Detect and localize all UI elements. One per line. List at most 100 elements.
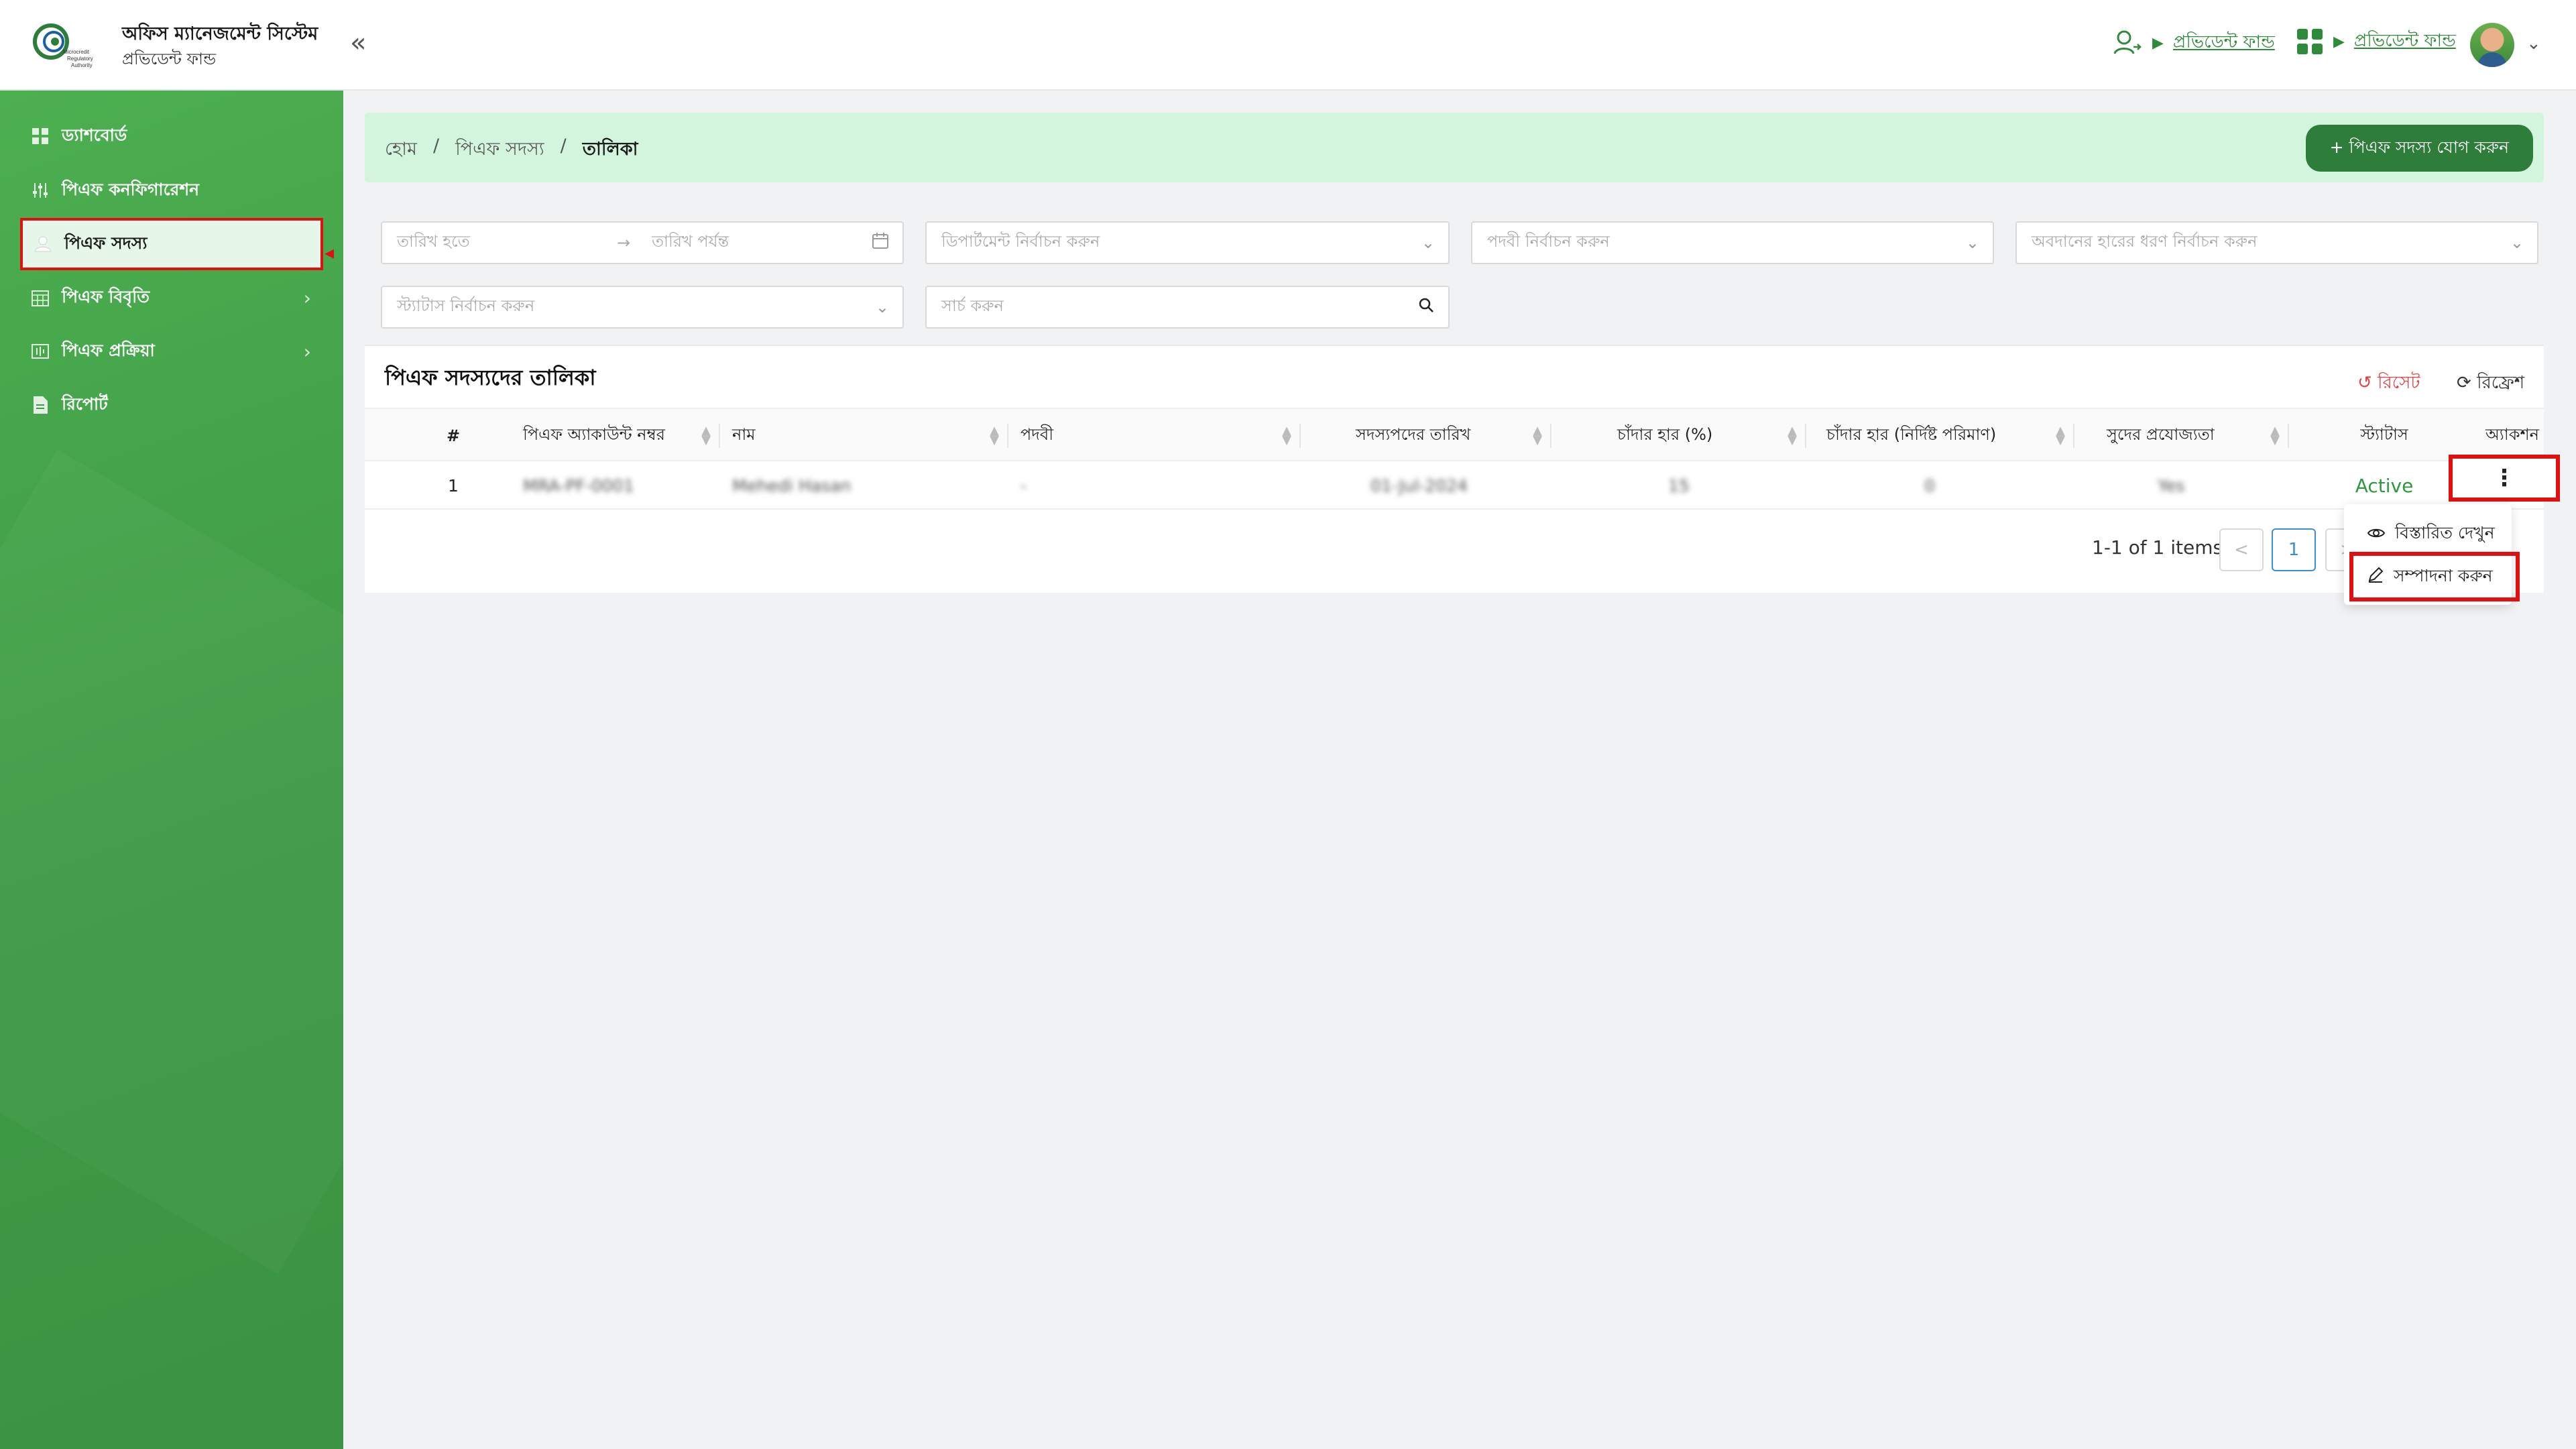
view-details-menu-item[interactable]: বিস্তারিত দেখুন bbox=[2344, 514, 2512, 554]
sidebar-item-label: রিপোর্ট bbox=[62, 394, 108, 414]
breadcrumb-separator: / bbox=[560, 135, 567, 156]
contribution-type-placeholder: অবদানের হারের ধরণ নির্বাচন করুন bbox=[2032, 232, 2258, 251]
view-details-label: বিস্তারিত দেখুন bbox=[2395, 522, 2495, 542]
row-index: 1 bbox=[448, 475, 459, 496]
users-icon bbox=[34, 235, 52, 253]
sidebar-item-label: পিএফ প্রক্রিয়া bbox=[62, 340, 155, 360]
top-nav-link-1[interactable]: প্রভিডেন্ট ফান্ড bbox=[2173, 28, 2275, 58]
date-from-field[interactable]: তারিখ হতে bbox=[397, 229, 470, 256]
sidebar-item-pf-process[interactable]: পিএফ প্রক্রিয়া › bbox=[20, 325, 323, 378]
designation-select[interactable]: পদবী নির্বাচন করুন ⌄ bbox=[1471, 221, 1994, 264]
sidebar-item-dashboard[interactable]: ড্যাশবোর্ড bbox=[20, 110, 323, 162]
chevron-right-icon: › bbox=[303, 286, 311, 309]
column-header-label: সদস্যপদের তারিখ bbox=[1356, 425, 1471, 444]
chevron-down-icon: ⌄ bbox=[875, 298, 889, 316]
sidebar-item-pf-statement[interactable]: পিএফ বিবৃতি › bbox=[20, 272, 323, 324]
reset-icon: ↺ bbox=[2357, 373, 2372, 393]
column-header-label: পদবী bbox=[1020, 425, 1054, 444]
department-select-placeholder: ডিপার্টমেন্ট নির্বাচন করুন bbox=[941, 232, 1100, 251]
breadcrumb-current: তালিকা bbox=[582, 139, 638, 160]
department-select[interactable]: ডিপার্টমেন্ট নির্বাচন করুন ⌄ bbox=[925, 221, 1450, 264]
row-action-menu-button[interactable]: ⋮ bbox=[2449, 455, 2560, 502]
sort-icon[interactable]: ▲ ▼ bbox=[2270, 425, 2280, 447]
column-header-label: পিএফ অ্যাকাউন্ট নম্বর bbox=[523, 425, 665, 444]
row-member-date: 01-Jul-2024 bbox=[1370, 475, 1468, 496]
svg-text:Regulatory: Regulatory bbox=[67, 56, 93, 62]
breadcrumb-home[interactable]: হোম bbox=[385, 135, 417, 166]
row-account-number: MRA-PF-0001 bbox=[523, 475, 634, 496]
svg-text:Authority: Authority bbox=[71, 62, 93, 68]
breadcrumb-members[interactable]: পিএফ সদস্য bbox=[455, 135, 544, 166]
column-header-name[interactable]: নাম ▲ ▼ bbox=[719, 409, 1008, 463]
svg-text:Microcredit: Microcredit bbox=[63, 49, 90, 55]
sidebar: ড্যাশবোর্ড পিএফ কনফিগারেশন পিএফ সদস্য পি… bbox=[0, 91, 343, 1449]
document-icon bbox=[31, 396, 50, 414]
chevron-down-icon: ⌄ bbox=[1965, 233, 1979, 252]
row-rate-pct: 15 bbox=[1668, 475, 1690, 496]
row-rate-fixed: 0 bbox=[1924, 475, 1935, 496]
column-header-rate-pct[interactable]: চাঁদার হার (%) ▲ ▼ bbox=[1550, 409, 1806, 463]
sidebar-item-pf-members[interactable]: পিএফ সদস্য bbox=[20, 218, 323, 270]
column-header-member-date[interactable]: সদস্যপদের তারিখ ▲ ▼ bbox=[1299, 409, 1552, 463]
caret-right-icon: ▶ bbox=[2152, 34, 2164, 52]
app-title: অফিস ম্যানেজমেন্ট সিস্টেম bbox=[122, 23, 318, 44]
process-icon bbox=[31, 342, 50, 361]
sidebar-item-label: পিএফ সদস্য bbox=[64, 233, 148, 253]
add-pf-member-button[interactable]: + পিএফ সদস্য যোগ করুন bbox=[2305, 125, 2533, 172]
search-icon[interactable] bbox=[1417, 296, 1435, 318]
edit-highlight-box bbox=[2349, 552, 2520, 601]
top-nav-module-2[interactable]: ▶ প্রভিডেন্ট ফান্ড bbox=[2296, 27, 2456, 56]
caret-right-icon: ▶ bbox=[2333, 33, 2345, 50]
refresh-button[interactable]: ⟳ রিফ্রেশ bbox=[2457, 369, 2524, 398]
sort-icon[interactable]: ▲ ▼ bbox=[1533, 425, 1542, 447]
sidebar-item-label: ড্যাশবোর্ড bbox=[62, 125, 127, 145]
refresh-label: রিফ্রেশ bbox=[2477, 373, 2525, 393]
date-range-picker[interactable]: তারিখ হতে → তারিখ পর্যন্ত bbox=[381, 221, 904, 264]
column-header-account[interactable]: পিএফ অ্যাকাউন্ট নম্বর ▲ ▼ bbox=[510, 409, 720, 463]
pagination-prev-button[interactable]: < bbox=[2219, 528, 2264, 571]
collapse-sidebar-icon[interactable]: « bbox=[350, 30, 366, 56]
status-select-placeholder: স্ট্যাটাস নির্বাচন করুন bbox=[397, 296, 535, 315]
column-header-label: চাঁদার হার (%) bbox=[1617, 425, 1713, 444]
sort-icon[interactable]: ▲ ▼ bbox=[2056, 425, 2065, 447]
sidebar-item-label: পিএফ কনফিগারেশন bbox=[62, 179, 200, 199]
pagination-page-1[interactable]: 1 bbox=[2272, 528, 2316, 571]
breadcrumb-bar: হোম / পিএফ সদস্য / তালিকা + পিএফ সদস্য য… bbox=[365, 113, 2544, 182]
sort-icon[interactable]: ▲ ▼ bbox=[990, 425, 999, 447]
status-select[interactable]: স্ট্যাটাস নির্বাচন করুন ⌄ bbox=[381, 286, 904, 329]
row-name: Mehedi Hasan bbox=[732, 475, 852, 496]
contribution-type-select[interactable]: অবদানের হারের ধরণ নির্বাচন করুন ⌄ bbox=[2015, 221, 2538, 264]
app-subtitle: প্রভিডেন্ট ফান্ড bbox=[122, 50, 217, 68]
chevron-down-icon: ⌄ bbox=[1421, 233, 1435, 252]
top-bar: Microcredit Regulatory Authority অফিস ম্… bbox=[0, 0, 2576, 91]
top-nav-module-1[interactable]: ▶ প্রভিডেন্ট ফান্ড bbox=[2111, 27, 2275, 59]
sort-icon[interactable]: ▲ ▼ bbox=[1282, 425, 1291, 447]
chevron-down-icon[interactable]: ⌄ bbox=[2526, 34, 2541, 54]
calendar-grid-icon bbox=[31, 288, 50, 307]
column-header-rate-fixed[interactable]: চাঁদার হার (নির্দিষ্ট পরিমাণ) ▲ ▼ bbox=[1805, 409, 2074, 463]
column-header-designation[interactable]: পদবী ▲ ▼ bbox=[1007, 409, 1301, 463]
top-nav-link-2[interactable]: প্রভিডেন্ট ফান্ড bbox=[2354, 27, 2456, 56]
breadcrumb: হোম / পিএফ সদস্য / তালিকা bbox=[385, 135, 638, 166]
sliders-icon bbox=[31, 181, 50, 200]
dashboard-icon bbox=[31, 127, 50, 146]
highlight-arrow-icon: ◂ bbox=[325, 241, 335, 264]
sort-icon[interactable]: ▲ ▼ bbox=[701, 425, 711, 447]
reset-button[interactable]: ↺ রিসেট bbox=[2357, 369, 2420, 398]
column-header-index: # bbox=[446, 426, 461, 445]
chevron-right-icon: › bbox=[303, 340, 311, 363]
table-row: 1 MRA-PF-0001 Mehedi Hasan - 01-Jul-2024… bbox=[365, 461, 2544, 510]
reset-label: রিসেট bbox=[2378, 373, 2420, 393]
user-switch-icon bbox=[2113, 30, 2142, 54]
pagination-info: 1-1 of 1 items bbox=[2092, 536, 2223, 559]
refresh-icon: ⟳ bbox=[2457, 373, 2471, 393]
sort-icon[interactable]: ▲ ▼ bbox=[1788, 425, 1797, 447]
row-interest: Yes bbox=[2158, 475, 2185, 496]
column-header-interest[interactable]: সুদের প্রযোজ্যতা ▲ ▼ bbox=[2073, 409, 2289, 463]
date-to-field[interactable]: তারিখ পর্যন্ত bbox=[652, 229, 729, 256]
sidebar-item-report[interactable]: রিপোর্ট bbox=[20, 379, 323, 431]
eye-icon bbox=[2367, 524, 2386, 544]
search-input[interactable]: সার্চ করুন bbox=[925, 286, 1450, 329]
user-avatar[interactable] bbox=[2470, 23, 2514, 67]
sidebar-item-pf-configuration[interactable]: পিএফ কনফিগারেশন bbox=[20, 164, 323, 217]
